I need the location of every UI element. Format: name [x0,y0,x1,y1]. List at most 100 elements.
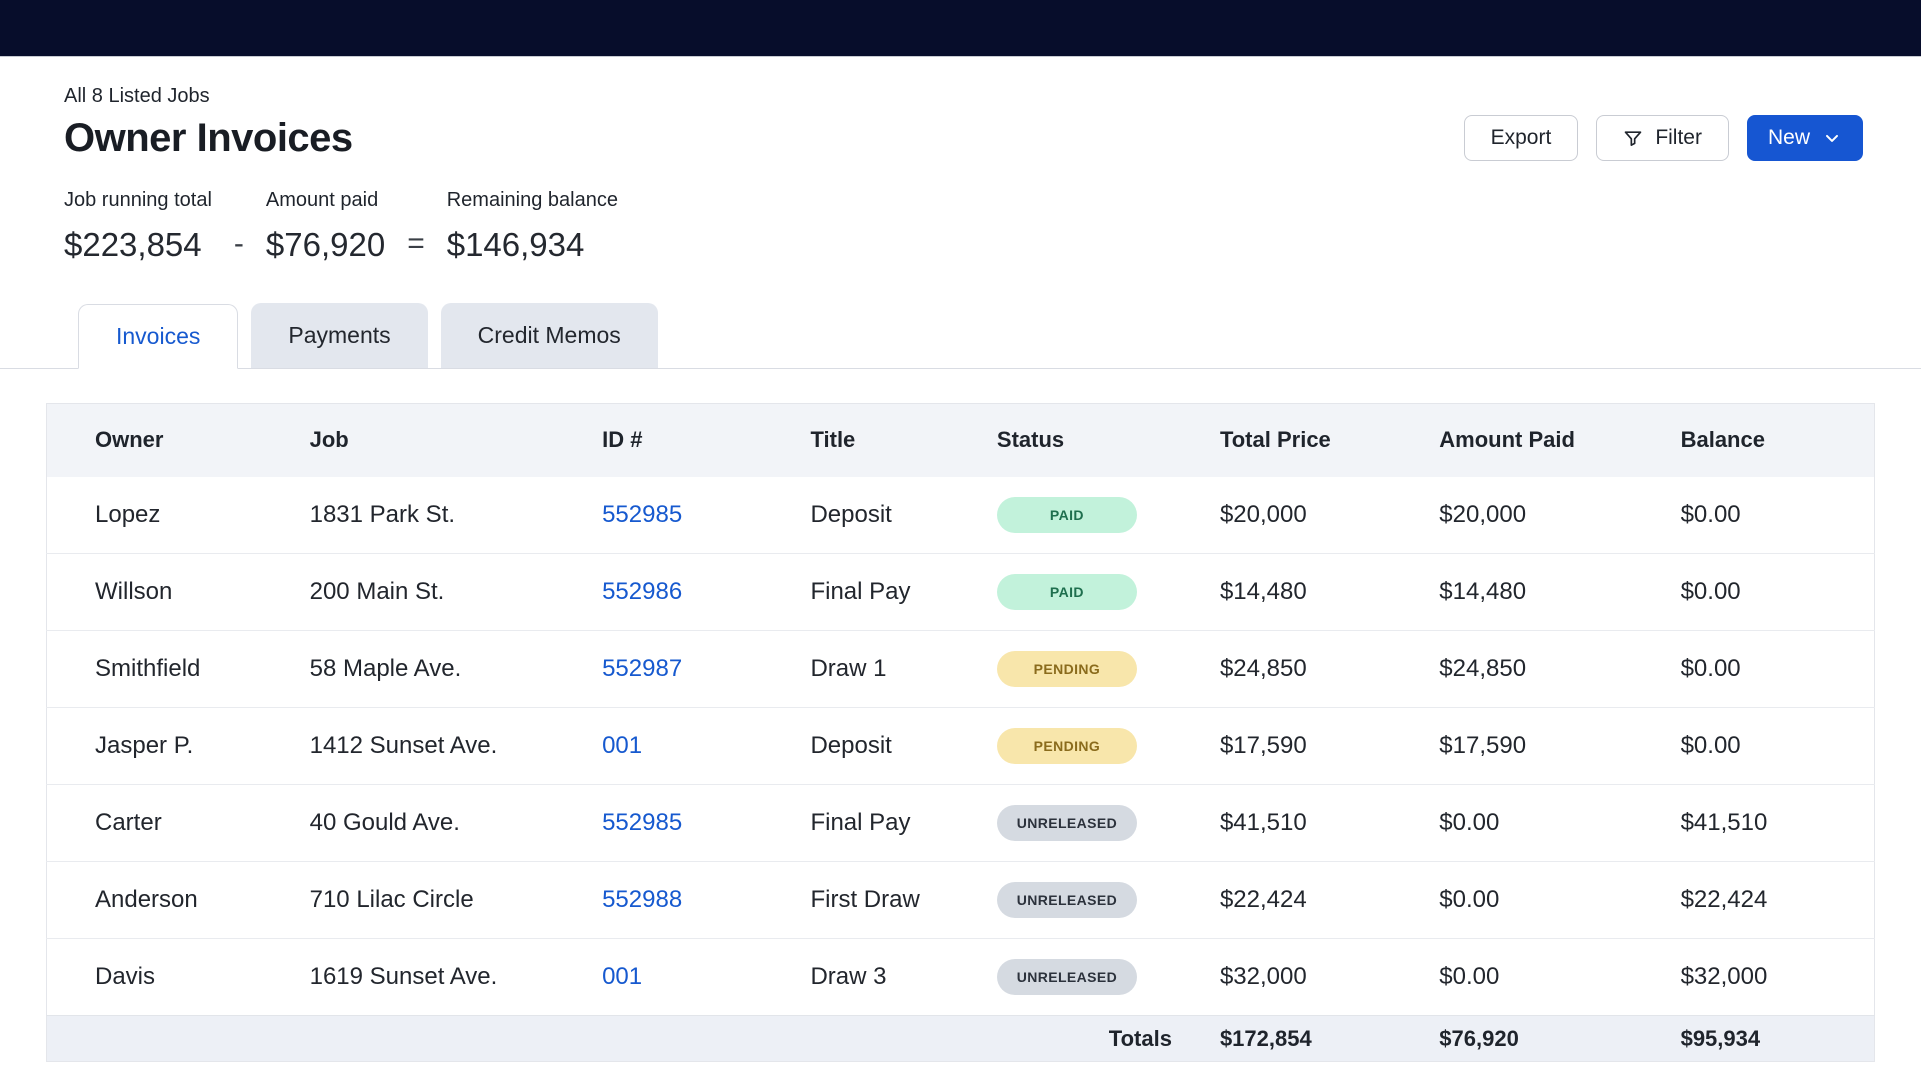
balance-cell: $0.00 [1661,477,1875,554]
amount-paid-cell: $0.00 [1419,862,1660,939]
amount-paid-cell: $14,480 [1419,554,1660,631]
balance-cell: $0.00 [1661,554,1875,631]
total-price-cell: $32,000 [1200,939,1419,1016]
invoice-id-link[interactable]: 001 [602,732,642,759]
table-row: Lopez 1831 Park St. 552985 Deposit PAID … [47,477,1875,554]
owner-cell: Willson [47,554,290,631]
job-cell: 200 Main St. [290,554,582,631]
job-cell: 1619 Sunset Ave. [290,939,582,1016]
new-button-label: New [1768,126,1810,150]
tab-payments[interactable]: Payments [251,303,427,368]
table-header-row: Owner Job ID # Title Status Total Price … [47,404,1875,477]
tab-invoices[interactable]: Invoices [78,304,238,369]
column-header-id: ID # [582,404,790,477]
filter-button-label: Filter [1655,126,1702,150]
amount-paid-cell: $17,590 [1419,708,1660,785]
balance-cell: $0.00 [1661,631,1875,708]
title-cell: Draw 3 [790,939,976,1016]
owner-cell: Jasper P. [47,708,290,785]
title-cell: Final Pay [790,554,976,631]
job-cell: 40 Gould Ave. [290,785,582,862]
amount-paid-cell: $24,850 [1419,631,1660,708]
export-button-label: Export [1491,126,1552,150]
totals-label: Totals [977,1016,1200,1062]
title-cell: First Draw [790,862,976,939]
filter-button[interactable]: Filter [1596,115,1729,161]
column-header-amount-paid: Amount Paid [1419,404,1660,477]
title-cell: Deposit [790,477,976,554]
invoice-id-link[interactable]: 552985 [602,501,682,528]
table-row: Anderson 710 Lilac Circle 552988 First D… [47,862,1875,939]
total-price-cell: $22,424 [1200,862,1419,939]
totals-total-price: $172,854 [1200,1016,1419,1062]
owner-cell: Carter [47,785,290,862]
job-cell: 1412 Sunset Ave. [290,708,582,785]
column-header-title: Title [790,404,976,477]
total-price-cell: $41,510 [1200,785,1419,862]
balance-cell: $0.00 [1661,708,1875,785]
table-row: Jasper P. 1412 Sunset Ave. 001 Deposit P… [47,708,1875,785]
column-header-job: Job [290,404,582,477]
minus-operator: - [234,223,244,265]
invoice-table-body: Lopez 1831 Park St. 552985 Deposit PAID … [47,477,1875,1016]
amount-paid-label: Amount paid [266,189,385,212]
table-row: Carter 40 Gould Ave. 552985 Final Pay UN… [47,785,1875,862]
invoice-id-link[interactable]: 552988 [602,886,682,913]
export-button[interactable]: Export [1464,115,1579,161]
column-header-owner: Owner [47,404,290,477]
total-price-cell: $14,480 [1200,554,1419,631]
column-header-balance: Balance [1661,404,1875,477]
status-badge: UNRELEASED [997,805,1137,841]
amount-paid-cell: $0.00 [1419,785,1660,862]
breadcrumb: All 8 Listed Jobs [64,83,1863,109]
title-cell: Draw 1 [790,631,976,708]
invoice-id-link[interactable]: 552987 [602,655,682,682]
filter-funnel-icon [1623,128,1643,148]
amount-paid-cell: $20,000 [1419,477,1660,554]
job-cell: 1831 Park St. [290,477,582,554]
column-header-total-price: Total Price [1200,404,1419,477]
tab-credit-memos[interactable]: Credit Memos [441,303,658,368]
column-header-status: Status [977,404,1200,477]
owner-cell: Smithfield [47,631,290,708]
invoice-id-link[interactable]: 552985 [602,809,682,836]
table-row: Willson 200 Main St. 552986 Final Pay PA… [47,554,1875,631]
amount-paid-cell: $0.00 [1419,939,1660,1016]
job-running-total-label: Job running total [64,189,212,212]
invoices-table: Owner Job ID # Title Status Total Price … [46,403,1875,1062]
table-row: Davis 1619 Sunset Ave. 001 Draw 3 UNRELE… [47,939,1875,1016]
status-badge: PAID [997,497,1137,533]
chevron-down-icon [1822,128,1842,148]
owner-cell: Davis [47,939,290,1016]
invoice-id-link[interactable]: 001 [602,963,642,990]
job-cell: 58 Maple Ave. [290,631,582,708]
page-header: All 8 Listed Jobs Owner Invoices Export … [0,57,1921,265]
new-button[interactable]: New [1747,115,1863,161]
equals-operator: = [407,223,425,265]
invoices-table-container: Owner Job ID # Title Status Total Price … [46,403,1875,1062]
top-navigation-bar [0,0,1921,57]
tab-bar: Invoices Payments Credit Memos [0,303,1921,369]
title-cell: Deposit [790,708,976,785]
header-actions: Export Filter New [1464,115,1863,161]
financial-summary: Job running total $223,854 - Amount paid… [64,189,1863,265]
owner-cell: Lopez [47,477,290,554]
remaining-balance-label: Remaining balance [447,189,618,212]
status-badge: PENDING [997,728,1137,764]
total-price-cell: $20,000 [1200,477,1419,554]
totals-row: Totals $172,854 $76,920 $95,934 [47,1016,1875,1062]
status-badge: PAID [997,574,1137,610]
title-cell: Final Pay [790,785,976,862]
total-price-cell: $17,590 [1200,708,1419,785]
totals-amount-paid: $76,920 [1419,1016,1660,1062]
balance-cell: $32,000 [1661,939,1875,1016]
amount-paid-value: $76,920 [266,225,385,265]
total-price-cell: $24,850 [1200,631,1419,708]
balance-cell: $41,510 [1661,785,1875,862]
table-row: Smithfield 58 Maple Ave. 552987 Draw 1 P… [47,631,1875,708]
owner-cell: Anderson [47,862,290,939]
totals-balance: $95,934 [1661,1016,1875,1062]
remaining-balance-value: $146,934 [447,225,618,265]
status-badge: PENDING [997,651,1137,687]
invoice-id-link[interactable]: 552986 [602,578,682,605]
